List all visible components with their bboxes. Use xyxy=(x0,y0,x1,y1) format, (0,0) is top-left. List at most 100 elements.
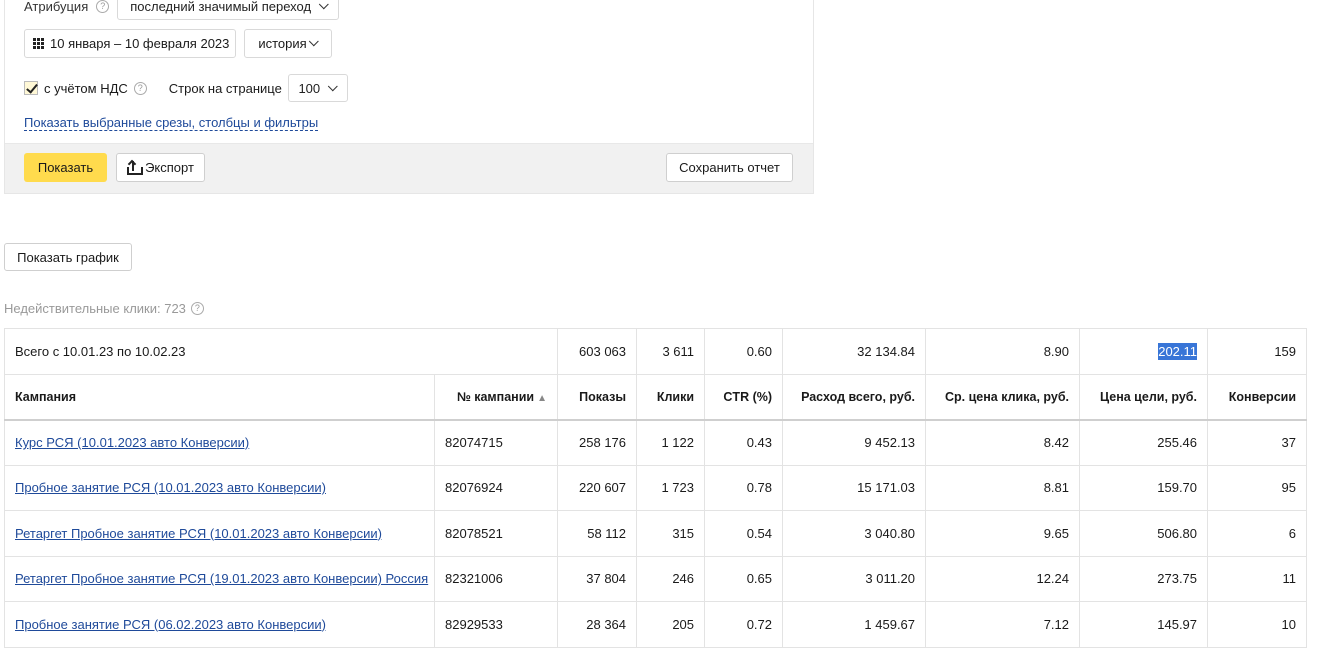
clicks-cell: 1 122 xyxy=(636,419,706,466)
campaign-id: 82929533 xyxy=(433,601,559,648)
chevron-down-icon xyxy=(327,80,338,91)
invalid-clicks: Недействительные клики: 723 ? xyxy=(4,301,204,316)
table-row: Курс РСЯ (10.01.2023 авто Конверсии) 8207… xyxy=(4,419,1308,466)
date-range-picker[interactable]: 10 января – 10 февраля 2023 xyxy=(24,29,236,58)
col-ctr[interactable]: CTR (%) xyxy=(704,373,784,421)
cost-per-goal-cell: 273.75 xyxy=(1079,555,1209,602)
rows-per-page-value: 100 xyxy=(298,80,321,96)
impressions-cell: 258 176 xyxy=(557,419,638,466)
col-campaign-no-label: № кампании xyxy=(456,389,535,404)
totals-clicks: 3 611 xyxy=(636,328,706,375)
table-row: Пробное занятие РСЯ (06.02.2023 авто Кон… xyxy=(4,601,1308,648)
ctr-cell: 0.65 xyxy=(704,555,784,602)
totals-avg-cpc: 8.90 xyxy=(925,328,1081,375)
campaign-link[interactable]: Ретаргет Пробное занятие РСЯ (10.01.2023… xyxy=(15,526,382,541)
spend-cell: 3 011.20 xyxy=(782,555,927,602)
col-impressions[interactable]: Показы xyxy=(557,373,638,421)
campaign-cell: Ретаргет Пробное занятие РСЯ (19.01.2023… xyxy=(4,555,435,602)
help-icon[interactable]: ? xyxy=(190,302,204,315)
table-row: Ретаргет Пробное занятие РСЯ (10.01.2023… xyxy=(4,510,1308,557)
invalid-clicks-text: Недействительные клики: 723 xyxy=(4,301,186,316)
avg-cpc-cell: 12.24 xyxy=(925,555,1081,602)
sort-asc-icon: ▲ xyxy=(537,392,548,404)
spend-cell: 9 452.13 xyxy=(782,419,927,466)
col-avg-cpc[interactable]: Ср. цена клика, руб. xyxy=(925,373,1081,421)
spend-cell: 3 040.80 xyxy=(782,510,927,557)
clicks-cell: 315 xyxy=(636,510,706,557)
totals-cost-per-goal: 202.11 xyxy=(1079,328,1209,375)
attribution-dropdown[interactable]: последний значимый переход xyxy=(117,0,340,20)
table-row: Пробное занятие РСЯ (10.01.2023 авто Кон… xyxy=(4,464,1308,511)
save-report-button[interactable]: Сохранить отчет xyxy=(666,153,793,182)
campaign-link[interactable]: Пробное занятие РСЯ (06.02.2023 авто Кон… xyxy=(15,617,326,632)
show-filters-link[interactable]: Показать выбранные срезы, столбцы и филь… xyxy=(24,115,319,131)
table-row: Ретаргет Пробное занятие РСЯ (19.01.2023… xyxy=(4,555,1308,602)
ctr-cell: 0.78 xyxy=(704,464,784,511)
campaign-link[interactable]: Курс РСЯ (10.01.2023 авто Конверсии) xyxy=(15,435,249,450)
export-button[interactable]: Экспорт xyxy=(116,153,205,182)
header-row: Кампания № кампании ▲ Показы Клики CTR (%… xyxy=(4,373,1308,421)
show-button[interactable]: Показать xyxy=(24,153,107,182)
cost-per-goal-cell: 255.46 xyxy=(1079,419,1209,466)
nds-label[interactable]: с учётом НДС xyxy=(44,81,128,96)
rows-per-page-dropdown[interactable]: 100 xyxy=(287,74,348,102)
totals-ctr: 0.60 xyxy=(704,328,784,375)
avg-cpc-cell: 8.42 xyxy=(925,419,1081,466)
impressions-cell: 28 364 xyxy=(557,601,638,648)
campaign-cell: Пробное занятие РСЯ (10.01.2023 авто Кон… xyxy=(4,464,435,511)
history-dropdown[interactable]: история xyxy=(244,29,332,58)
help-icon[interactable]: ? xyxy=(133,81,147,95)
rows-per-page-label: Строк на странице xyxy=(168,80,282,96)
attribution-label: Атрибуция xyxy=(24,0,89,14)
calendar-icon xyxy=(33,38,44,49)
totals-label: Всего с 10.01.23 по 10.02.23 xyxy=(3,328,559,375)
campaign-id: 82078521 xyxy=(433,510,559,557)
campaign-link[interactable]: Ретаргет Пробное занятие РСЯ (19.01.2023… xyxy=(15,571,428,586)
conversions-cell: 95 xyxy=(1207,464,1308,511)
avg-cpc-cell: 8.81 xyxy=(925,464,1081,511)
totals-conversions: 159 xyxy=(1207,328,1308,375)
help-icon[interactable]: ? xyxy=(96,0,110,13)
avg-cpc-cell: 7.12 xyxy=(925,601,1081,648)
ctr-cell: 0.54 xyxy=(704,510,784,557)
col-campaign-no[interactable]: № кампании ▲ xyxy=(433,373,559,421)
campaign-cell: Пробное занятие РСЯ (06.02.2023 авто Кон… xyxy=(4,601,435,648)
chevron-down-icon xyxy=(318,0,329,9)
col-clicks[interactable]: Клики xyxy=(636,373,706,421)
clicks-cell: 246 xyxy=(636,555,706,602)
col-spend[interactable]: Расход всего, руб. xyxy=(782,373,927,421)
nds-row: с учётом НДС ? Строк на странице 100 xyxy=(24,74,348,102)
col-campaign[interactable]: Кампания xyxy=(4,373,435,421)
report-table: Всего с 10.01.23 по 10.02.23 603 063 3 6… xyxy=(3,328,1308,648)
nds-checkbox[interactable] xyxy=(24,81,38,95)
col-cost-per-goal[interactable]: Цена цели, руб. xyxy=(1079,373,1209,421)
totals-impressions: 603 063 xyxy=(557,328,638,375)
spend-cell: 1 459.67 xyxy=(782,601,927,648)
clicks-cell: 1 723 xyxy=(636,464,706,511)
attribution-row: Атрибуция ? последний значимый переход xyxy=(24,0,340,20)
col-conversions[interactable]: Конверсии xyxy=(1207,373,1308,421)
avg-cpc-cell: 9.65 xyxy=(925,510,1081,557)
ctr-cell: 0.72 xyxy=(704,601,784,648)
attribution-value: последний значимый переход xyxy=(130,0,312,14)
campaign-id: 82321006 xyxy=(433,555,559,602)
show-chart-button[interactable]: Показать график xyxy=(4,243,132,271)
conversions-cell: 6 xyxy=(1207,510,1308,557)
impressions-cell: 37 804 xyxy=(557,555,638,602)
impressions-cell: 58 112 xyxy=(557,510,638,557)
campaign-id: 82074715 xyxy=(433,419,559,466)
spend-cell: 15 171.03 xyxy=(782,464,927,511)
impressions-cell: 220 607 xyxy=(557,464,638,511)
campaign-link[interactable]: Пробное занятие РСЯ (10.01.2023 авто Кон… xyxy=(15,480,326,495)
export-label: Экспорт xyxy=(145,160,194,175)
conversions-cell: 37 xyxy=(1207,419,1308,466)
selected-text: 202.11 xyxy=(1158,342,1198,360)
campaign-cell: Ретаргет Пробное занятие РСЯ (10.01.2023… xyxy=(4,510,435,557)
date-range-value: 10 января – 10 февраля 2023 xyxy=(50,36,230,51)
ctr-cell: 0.43 xyxy=(704,419,784,466)
totals-row: Всего с 10.01.23 по 10.02.23 603 063 3 6… xyxy=(3,328,1308,375)
chevron-down-icon xyxy=(308,36,319,47)
conversions-cell: 10 xyxy=(1207,601,1308,648)
cost-per-goal-cell: 506.80 xyxy=(1079,510,1209,557)
cost-per-goal-cell: 145.97 xyxy=(1079,601,1209,648)
